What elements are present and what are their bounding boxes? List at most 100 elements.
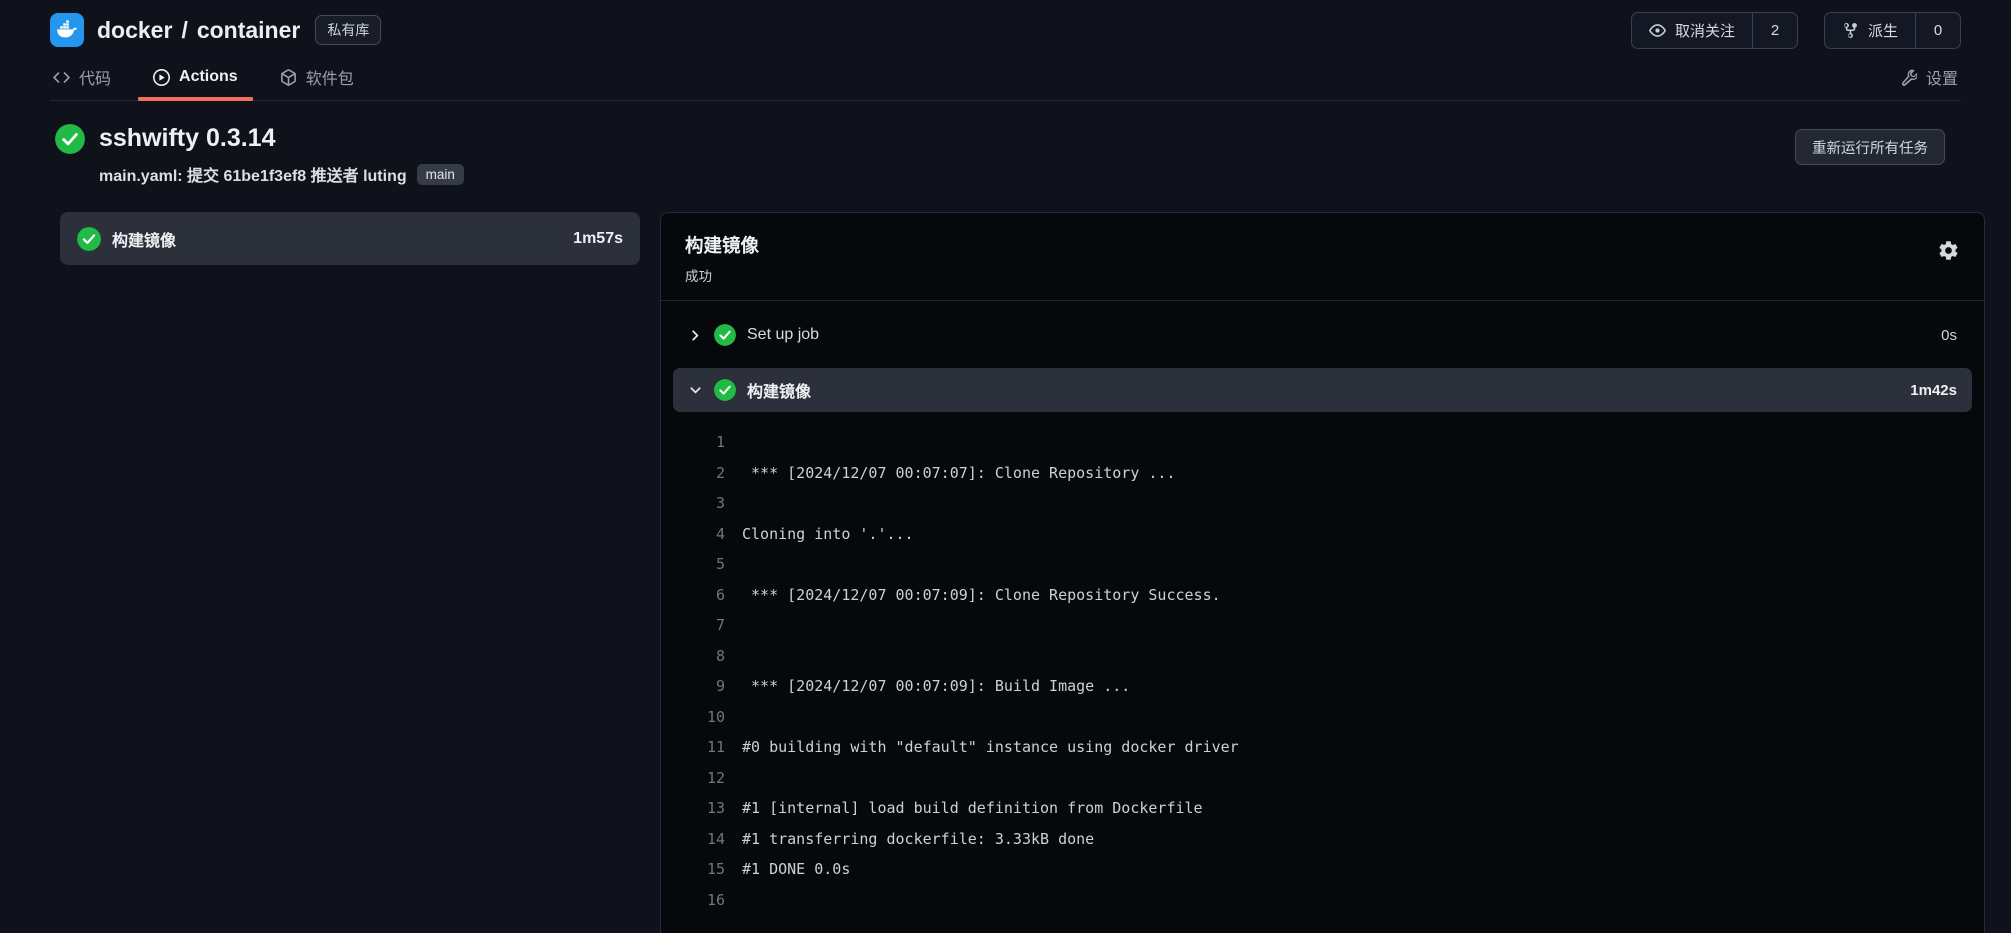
log-line-number[interactable]: 16 xyxy=(687,885,725,916)
log-line-number[interactable]: 10 xyxy=(687,702,725,733)
watchers-count[interactable]: 2 xyxy=(1752,13,1797,48)
play-circle-icon xyxy=(153,69,170,86)
package-icon xyxy=(280,69,297,86)
repo-tabs: 代码 Actions 软件包 设置 xyxy=(50,54,1961,101)
run-header: sshwifty 0.3.14 main.yaml: 提交 61be1f3ef8… xyxy=(0,101,2011,186)
run-success-icon xyxy=(55,124,85,154)
log-line-number[interactable]: 5 xyxy=(687,549,725,580)
run-content: 构建镜像 1m57s 构建镜像 成功 xyxy=(0,186,2011,933)
unwatch-button[interactable]: 取消关注 2 xyxy=(1631,12,1798,49)
run-meta-row: main.yaml: 提交 61be1f3ef8 推送者 luting main xyxy=(99,162,464,186)
job-panel-title: 构建镜像 xyxy=(685,232,1960,258)
log-line-number[interactable]: 11 xyxy=(687,732,725,763)
job-panel-status: 成功 xyxy=(685,265,1960,285)
tab-settings-label: 设置 xyxy=(1926,65,1958,89)
log-line: 9 *** [2024/12/07 00:07:09]: Build Image… xyxy=(687,671,1948,702)
repo-title-row: docker / container 私有库 取消关注 2 xyxy=(50,0,1961,52)
repo-name-link[interactable]: container xyxy=(197,17,301,44)
wrench-icon xyxy=(1900,69,1917,86)
step-build-image[interactable]: 构建镜像 1m42s xyxy=(673,368,1972,412)
log-line: 6 *** [2024/12/07 00:07:09]: Clone Repos… xyxy=(687,580,1948,611)
log-line: 11 #0 building with "default" instance u… xyxy=(687,732,1948,763)
log-line: 2 *** [2024/12/07 00:07:07]: Clone Repos… xyxy=(687,458,1948,489)
log-line-text: #1 DONE 0.0s xyxy=(742,854,850,885)
unwatch-label: 取消关注 xyxy=(1675,20,1735,41)
step-name: Set up job xyxy=(747,326,819,344)
job-item-build-image[interactable]: 构建镜像 1m57s xyxy=(60,212,640,265)
log-line-text: #1 [internal] load build definition from… xyxy=(742,793,1203,824)
log-line-text: *** [2024/12/07 00:07:09]: Clone Reposit… xyxy=(742,580,1221,611)
log-line-number[interactable]: 7 xyxy=(687,610,725,641)
log-line-text: Cloning into '.'... xyxy=(742,519,914,550)
tab-packages[interactable]: 软件包 xyxy=(277,54,357,100)
step-setup-job[interactable]: Set up job 0s xyxy=(673,313,1972,357)
docker-whale-icon xyxy=(55,18,79,42)
gear-icon xyxy=(1937,239,1960,262)
job-duration: 1m57s xyxy=(573,230,623,248)
log-line: 5 xyxy=(687,549,1948,580)
log-line-number[interactable]: 4 xyxy=(687,519,725,550)
visibility-badge: 私有库 xyxy=(315,15,381,45)
log-line: 16 xyxy=(687,885,1948,916)
log-line: 8 xyxy=(687,641,1948,672)
step-duration: 1m42s xyxy=(1910,382,1957,399)
rerun-all-button[interactable]: 重新运行所有任务 xyxy=(1795,129,1945,165)
tab-packages-label: 软件包 xyxy=(306,65,354,89)
log-line-number[interactable]: 12 xyxy=(687,763,725,794)
chevron-down-icon xyxy=(688,383,703,398)
unwatch-button-main[interactable]: 取消关注 xyxy=(1632,13,1752,48)
log-line-text: *** [2024/12/07 00:07:09]: Build Image .… xyxy=(742,671,1130,702)
tabs-spacer xyxy=(393,54,1861,100)
job-name: 构建镜像 xyxy=(112,227,176,251)
forks-count[interactable]: 0 xyxy=(1915,13,1960,48)
tab-settings[interactable]: 设置 xyxy=(1897,54,1961,100)
step-success-icon xyxy=(714,379,736,401)
log-line-number[interactable]: 1 xyxy=(687,427,725,458)
log-line-number[interactable]: 13 xyxy=(687,793,725,824)
tab-code-label: 代码 xyxy=(79,65,111,89)
job-detail-panel: 构建镜像 成功 Set u xyxy=(660,212,1985,933)
repo-title: docker / container xyxy=(97,17,300,44)
page: docker / container 私有库 取消关注 2 xyxy=(0,0,2011,933)
chevron-right-icon xyxy=(688,328,703,343)
job-options-button[interactable] xyxy=(1935,237,1962,264)
step-name: 构建镜像 xyxy=(747,378,811,402)
log-line-number[interactable]: 8 xyxy=(687,641,725,672)
repo-avatar[interactable] xyxy=(50,13,84,47)
log-line-number[interactable]: 15 xyxy=(687,854,725,885)
fork-button-main[interactable]: 派生 xyxy=(1825,13,1915,48)
tab-actions[interactable]: Actions xyxy=(150,54,241,100)
step-success-icon xyxy=(714,324,736,346)
log-line-number[interactable]: 9 xyxy=(687,671,725,702)
log-line: 4 Cloning into '.'... xyxy=(687,519,1948,550)
tab-code[interactable]: 代码 xyxy=(50,54,114,100)
code-icon xyxy=(53,69,70,86)
repo-owner-link[interactable]: docker xyxy=(97,17,172,44)
fork-button[interactable]: 派生 0 xyxy=(1824,12,1961,49)
log-line-number[interactable]: 14 xyxy=(687,824,725,855)
steps-list: Set up job 0s 构建镜像 1m42s xyxy=(661,301,1984,933)
run-title-block: sshwifty 0.3.14 main.yaml: 提交 61be1f3ef8… xyxy=(99,123,464,186)
log-line-text: *** [2024/12/07 00:07:07]: Clone Reposit… xyxy=(742,458,1175,489)
log-line-text: #0 building with "default" instance usin… xyxy=(742,732,1239,763)
log-line: 1 xyxy=(687,427,1948,458)
jobs-sidebar: 构建镜像 1m57s xyxy=(60,212,640,265)
branch-badge[interactable]: main xyxy=(417,164,464,185)
run-meta-text: main.yaml: 提交 61be1f3ef8 推送者 luting xyxy=(99,162,407,186)
job-panel-header: 构建镜像 成功 xyxy=(661,213,1984,301)
log-line: 13 #1 [internal] load build definition f… xyxy=(687,793,1948,824)
run-title: sshwifty 0.3.14 xyxy=(99,123,464,153)
repo-title-separator: / xyxy=(181,17,187,44)
log-line-text: #1 transferring dockerfile: 3.33kB done xyxy=(742,824,1094,855)
log-line: 12 xyxy=(687,763,1948,794)
log-line: 3 xyxy=(687,488,1948,519)
log-line-number[interactable]: 3 xyxy=(687,488,725,519)
fork-label: 派生 xyxy=(1868,20,1898,41)
log-line-number[interactable]: 6 xyxy=(687,580,725,611)
job-success-icon xyxy=(77,227,101,251)
log-line-number[interactable]: 2 xyxy=(687,458,725,489)
step-log: 1 2 *** [2024/12/07 00:07:07]: Clone Rep… xyxy=(673,412,1972,933)
log-line: 15 #1 DONE 0.0s xyxy=(687,854,1948,885)
log-line: 14 #1 transferring dockerfile: 3.33kB do… xyxy=(687,824,1948,855)
fork-icon xyxy=(1842,22,1859,39)
